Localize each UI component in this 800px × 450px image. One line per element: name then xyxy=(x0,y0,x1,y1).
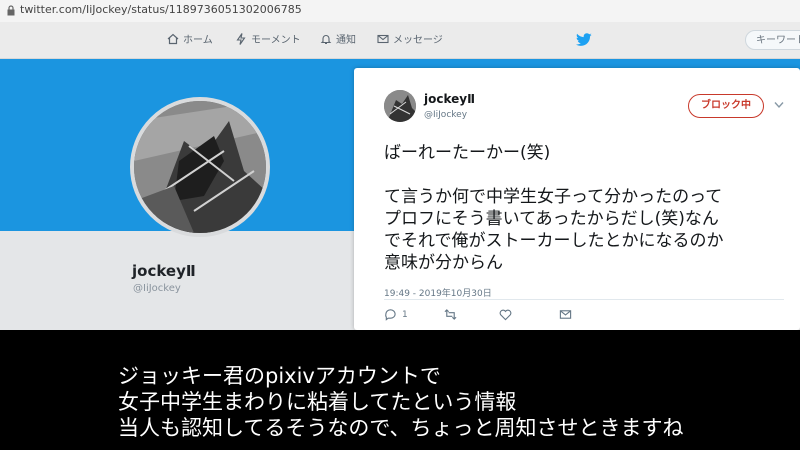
tweet-text-line: て言うか何で中学生女子って分かったのって xyxy=(384,187,723,207)
subtitle-line: 当人も認知してるそうなので、ちょっと周知させときますね xyxy=(118,416,684,440)
reply-count: 1 xyxy=(402,309,408,320)
address-url[interactable]: twitter.com/IiJockey/status/118973605130… xyxy=(20,3,302,16)
tweet-text: ばーれーたーかー(笑) て言うか何で中学生女子って分かったのって プロフにそう書… xyxy=(384,142,789,274)
profile-avatar[interactable] xyxy=(130,97,270,237)
nav-moments[interactable]: モーメント xyxy=(235,31,301,46)
home-icon xyxy=(167,33,179,44)
browser-window: twitter.com/IiJockey/status/118973605130… xyxy=(0,0,800,330)
address-bar[interactable]: twitter.com/IiJockey/status/118973605130… xyxy=(0,0,800,23)
reply-button[interactable]: 1 xyxy=(384,308,408,321)
tweet-card: jockeyⅡ @IiJockey ブロック中 ばーれーたーかー(笑) て言うか… xyxy=(354,68,800,330)
nav-notifications-label: 通知 xyxy=(336,35,356,46)
blocked-button[interactable]: ブロック中 xyxy=(688,94,764,118)
envelope-icon xyxy=(559,310,572,319)
tweet-author-name[interactable]: jockeyⅡ xyxy=(424,92,475,106)
twitter-bird-icon[interactable] xyxy=(575,33,593,47)
subtitle-line: ジョッキー君のpixivアカウントで xyxy=(118,364,441,388)
direct-message-button[interactable] xyxy=(559,308,572,321)
tweet-text-line: でそれで俺がストーカーしたとかになるのか xyxy=(384,231,724,251)
nav-home[interactable]: ホーム xyxy=(167,31,213,46)
retweet-icon xyxy=(444,309,457,320)
avatar-illustration xyxy=(134,101,266,233)
subtitle-caption: ジョッキー君のpixivアカウントで 女子中学生まわりに粘着してたという情報 当… xyxy=(0,330,800,450)
like-button[interactable] xyxy=(499,308,512,321)
tweet-avatar-illustration xyxy=(384,90,416,122)
nav-home-label: ホーム xyxy=(183,35,213,46)
nav-moments-label: モーメント xyxy=(251,35,301,46)
tweet-text-line: 意味が分からん xyxy=(384,253,503,273)
profile-name[interactable]: jockeyⅡ xyxy=(132,262,196,280)
retweet-button[interactable] xyxy=(444,308,457,321)
bolt-icon xyxy=(236,32,246,45)
nav-messages-label: メッセージ xyxy=(393,35,443,46)
subtitle-line: 女子中学生まわりに粘着してたという情報 xyxy=(118,390,517,414)
tweet-author-handle[interactable]: @IiJockey xyxy=(424,110,467,120)
reply-icon xyxy=(385,309,396,321)
search-input[interactable]: キーワード xyxy=(745,30,800,50)
lock-icon xyxy=(7,5,15,16)
profile-handle[interactable]: @IiJockey xyxy=(133,283,181,294)
tweet-text-line xyxy=(384,164,789,186)
envelope-icon xyxy=(377,34,389,43)
tweet-timestamp[interactable]: 19:49 - 2019年10月30日 xyxy=(384,286,492,299)
tweet-text-line: プロフにそう書いてあったからだし(笑)なん xyxy=(384,209,719,229)
twitter-nav-bar: ホーム モーメント 通知 メッセージ キーワード xyxy=(0,22,800,59)
profile-card xyxy=(0,231,360,330)
tweet-divider xyxy=(384,299,784,300)
tweet-avatar[interactable] xyxy=(384,90,416,122)
bell-icon xyxy=(320,34,332,44)
tweet-text-line: ばーれーたーかー(笑) xyxy=(384,143,551,163)
heart-icon xyxy=(499,309,512,321)
chevron-down-icon[interactable] xyxy=(774,101,784,109)
nav-notifications[interactable]: 通知 xyxy=(320,31,356,46)
nav-messages[interactable]: メッセージ xyxy=(377,31,443,46)
